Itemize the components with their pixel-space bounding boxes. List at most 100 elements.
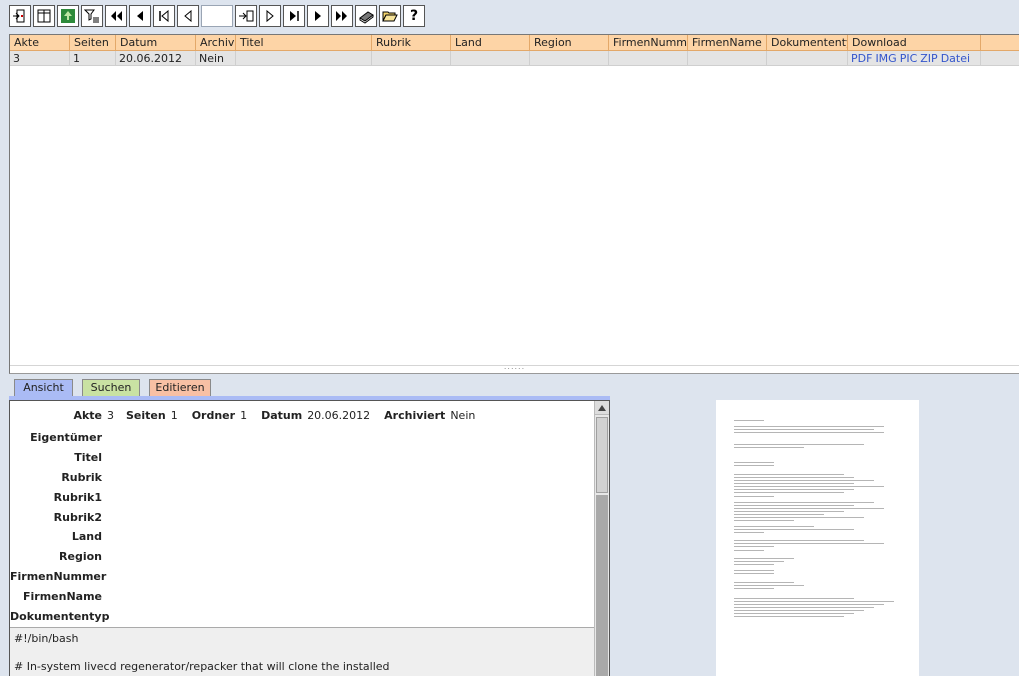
detail-panel: Akte 3 Seiten 1 Ordner 1 Datum 20.06.201…	[9, 400, 610, 676]
page-number-input[interactable]	[201, 5, 233, 27]
preview-text-line	[734, 561, 784, 562]
preview-text-line	[734, 613, 854, 614]
detail-tabs: Ansicht Suchen Editieren	[14, 379, 211, 397]
scroll-up-button[interactable]	[595, 401, 609, 415]
ordner-label: Ordner	[191, 409, 236, 422]
preview-text-line	[734, 465, 774, 466]
tab-ansicht[interactable]: Ansicht	[14, 379, 73, 397]
content-line	[14, 646, 590, 660]
column-header-dokumententyp[interactable]: Dokumententyp	[767, 35, 848, 51]
column-header-firmennummer[interactable]: FirmenNummer	[609, 35, 688, 51]
datum-label: Datum	[261, 409, 303, 422]
cell-land	[451, 51, 530, 66]
preview-text-line	[734, 505, 854, 506]
content-line: # In-system livecd regenerator/repacker …	[14, 660, 390, 673]
preview-text-line	[734, 432, 884, 433]
tree-button[interactable]	[57, 5, 79, 27]
content-line: #!/bin/bash	[14, 632, 79, 645]
column-header-land[interactable]: Land	[451, 35, 530, 51]
seiten-value: 1	[170, 409, 178, 422]
preview-text-line	[734, 550, 764, 551]
help-button[interactable]: ?	[403, 5, 425, 27]
page-preview-thumbnail[interactable]	[716, 400, 919, 676]
tab-suchen[interactable]: Suchen	[82, 379, 140, 397]
scroll-thumb[interactable]	[596, 417, 608, 493]
next-record-button[interactable]	[259, 5, 281, 27]
first-record-button[interactable]	[153, 5, 175, 27]
column-header-datum[interactable]: Datum	[116, 35, 196, 51]
download-img-link[interactable]: IMG	[875, 52, 896, 65]
first-record-icon	[159, 9, 169, 23]
column-header-rubrik[interactable]: Rubrik	[372, 35, 451, 51]
record-summary: Akte 3 Seiten 1 Ordner 1 Datum 20.06.201…	[10, 409, 489, 423]
exit-icon	[13, 9, 25, 23]
preview-text-line	[734, 477, 854, 478]
field-label-dokumententyp: Dokumententyp	[10, 610, 110, 624]
document-text-content[interactable]: #!/bin/bash # In-system livecd regenerat…	[10, 627, 594, 676]
table-row[interactable]: 3 1 20.06.2012 Nein PDF IMG PIC ZIP Datei	[10, 51, 1019, 66]
column-header-region[interactable]: Region	[530, 35, 609, 51]
first-page-button[interactable]	[105, 5, 127, 27]
preview-text-line	[734, 610, 864, 611]
toolbar: ?	[9, 5, 425, 27]
field-label-eigentuemer: Eigentümer	[30, 431, 102, 444]
folder-open-button[interactable]	[379, 5, 401, 27]
preview-text-line	[734, 447, 804, 448]
next-page-button[interactable]	[307, 5, 329, 27]
cell-rubrik	[372, 51, 451, 66]
preview-text-line	[734, 564, 774, 565]
download-datei-link[interactable]: Datei	[941, 52, 970, 65]
akte-value: 3	[107, 409, 114, 422]
preview-text-line	[734, 502, 874, 503]
last-page-icon	[336, 11, 347, 21]
detail-scrollbar[interactable]	[594, 401, 609, 676]
cell-firmenname	[688, 51, 767, 66]
preview-text-line	[734, 573, 774, 574]
column-header-akte[interactable]: Akte	[10, 35, 70, 51]
preview-text-line	[734, 426, 884, 427]
preview-text-line	[734, 462, 774, 463]
preview-text-line	[734, 570, 774, 571]
preview-text-line	[734, 526, 814, 527]
goto-button[interactable]	[235, 5, 257, 27]
next-page-icon	[315, 11, 321, 21]
column-header-seiten[interactable]: Seiten	[70, 35, 116, 51]
column-header-titel[interactable]: Titel	[236, 35, 372, 51]
tree-icon	[61, 9, 75, 23]
cell-archiviert: Nein	[196, 51, 236, 66]
preview-text-line	[734, 496, 774, 497]
preview-text-line	[734, 598, 854, 599]
arrow-up-icon	[598, 404, 606, 411]
preview-text-line	[734, 444, 864, 445]
columns-icon	[37, 9, 51, 23]
cell-firmennummer	[609, 51, 688, 66]
cell-akte: 3	[10, 51, 70, 66]
cell-region	[530, 51, 609, 66]
goto-icon	[239, 10, 254, 22]
last-page-button[interactable]	[331, 5, 353, 27]
preview-text-line	[734, 601, 894, 602]
prev-page-button[interactable]	[129, 5, 151, 27]
column-header-download[interactable]: Download	[848, 35, 981, 51]
scanner-icon	[359, 11, 374, 24]
scroll-track[interactable]	[596, 495, 608, 676]
download-zip-link[interactable]: ZIP	[920, 52, 937, 65]
exit-button[interactable]	[9, 5, 31, 27]
prev-page-icon	[137, 11, 143, 21]
preview-text-line	[734, 517, 864, 518]
filter-button[interactable]	[81, 5, 103, 27]
pane-splitter[interactable]: ......	[10, 363, 1019, 371]
download-pic-link[interactable]: PIC	[900, 52, 918, 65]
column-header-firmenname[interactable]: FirmenName	[688, 35, 767, 51]
last-record-button[interactable]	[283, 5, 305, 27]
preview-text-line	[734, 483, 854, 484]
download-pdf-link[interactable]: PDF	[851, 52, 872, 65]
tab-editieren[interactable]: Editieren	[149, 379, 211, 397]
cell-filler	[981, 51, 1019, 66]
preview-text-line	[734, 480, 874, 481]
preview-text-line	[734, 540, 864, 541]
prev-record-button[interactable]	[177, 5, 199, 27]
scanner-button[interactable]	[355, 5, 377, 27]
columns-button[interactable]	[33, 5, 55, 27]
column-header-archiviert[interactable]: Archivi	[196, 35, 236, 51]
